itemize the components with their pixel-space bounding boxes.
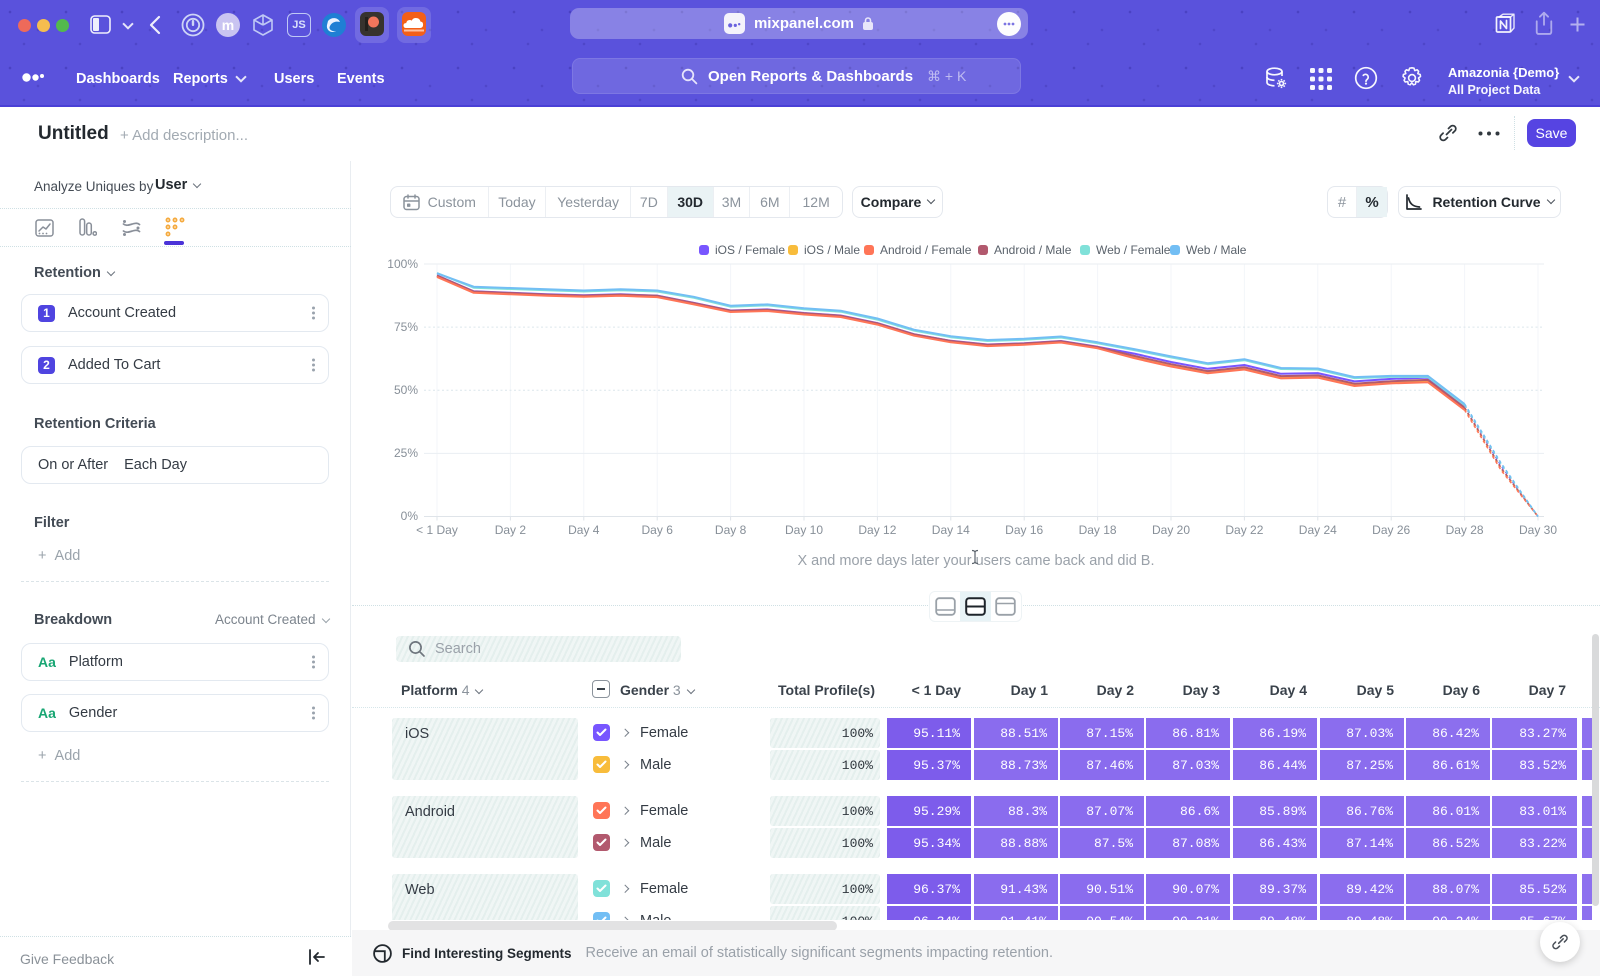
svg-text:Day 16: Day 16 bbox=[1005, 523, 1043, 537]
svg-text:0%: 0% bbox=[401, 509, 419, 523]
svg-text:Day 20: Day 20 bbox=[1152, 523, 1190, 537]
svg-text:Day 30: Day 30 bbox=[1519, 523, 1557, 537]
svg-text:Day 2: Day 2 bbox=[495, 523, 527, 537]
svg-text:Day 14: Day 14 bbox=[932, 523, 970, 537]
svg-text:Day 26: Day 26 bbox=[1372, 523, 1410, 537]
svg-text:75%: 75% bbox=[394, 320, 418, 334]
svg-text:Day 12: Day 12 bbox=[858, 523, 896, 537]
svg-text:Day 24: Day 24 bbox=[1299, 523, 1337, 537]
svg-text:Day 18: Day 18 bbox=[1079, 523, 1117, 537]
svg-text:Day 22: Day 22 bbox=[1225, 523, 1263, 537]
svg-text:25%: 25% bbox=[394, 446, 418, 460]
svg-text:50%: 50% bbox=[394, 383, 418, 397]
svg-text:Day 28: Day 28 bbox=[1446, 523, 1484, 537]
svg-text:100%: 100% bbox=[387, 257, 418, 271]
svg-text:< 1 Day: < 1 Day bbox=[416, 523, 458, 537]
svg-text:Day 6: Day 6 bbox=[642, 523, 674, 537]
svg-text:Day 4: Day 4 bbox=[568, 523, 600, 537]
svg-text:Day 8: Day 8 bbox=[715, 523, 747, 537]
svg-text:Day 10: Day 10 bbox=[785, 523, 823, 537]
